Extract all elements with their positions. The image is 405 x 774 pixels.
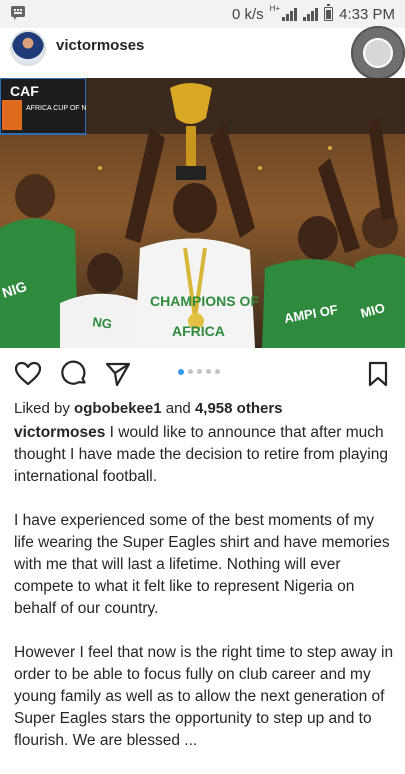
post-username[interactable]: victormoses (56, 37, 144, 54)
comment-icon[interactable] (60, 360, 88, 388)
svg-text:AFRICA: AFRICA (172, 323, 225, 339)
carousel-dot-active (178, 368, 184, 375)
signal-icon (282, 7, 298, 21)
clock: 4:33 PM (339, 5, 395, 23)
carousel-dot (215, 369, 220, 374)
network-speed: 0 k/s (231, 5, 264, 23)
caption-username[interactable]: victormoses (14, 424, 105, 441)
battery-icon (324, 4, 334, 21)
post-caption: victormoses I would like to announce tha… (14, 422, 394, 774)
caf-logo-text: CAF (10, 83, 39, 99)
likes-line: Liked by ogbobekee1 and 4,958 others (14, 400, 283, 417)
caption-paragraph-2: I have experienced some of the best mome… (14, 512, 390, 617)
caption-paragraph-3: However I feel that now is the right tim… (14, 644, 394, 749)
network-type: H+ (269, 3, 281, 13)
carousel-indicator (178, 368, 220, 375)
carousel-dot (206, 369, 211, 374)
shirt-text: CHAMPIONS OF (150, 293, 259, 309)
status-bar: 0 k/s H+ 4:33 PM (0, 0, 405, 28)
assistive-button-inner (363, 38, 393, 68)
likes-count[interactable]: 4,958 others (195, 400, 283, 417)
liked-by-user[interactable]: ogbobekee1 (74, 400, 162, 417)
notification-icon (10, 5, 26, 26)
bookmark-icon[interactable] (364, 360, 392, 388)
share-icon[interactable] (104, 360, 132, 388)
carousel-dot (197, 369, 202, 374)
avatar[interactable] (10, 30, 46, 66)
heart-icon[interactable] (14, 360, 42, 388)
signal-icon-2 (303, 7, 319, 21)
likes-prefix: Liked by (14, 400, 75, 417)
post-action-bar (0, 356, 405, 392)
post-photo-illustration: CAF AFRICA CUP OF NATIONS NIG NG CHAMPIO… (0, 78, 405, 348)
floating-assistive-button[interactable] (351, 26, 405, 80)
likes-middle: and (161, 400, 195, 417)
svg-text:NG: NG (92, 314, 113, 332)
post-header: victormoses (0, 26, 405, 80)
carousel-dot (188, 369, 193, 374)
post-photo[interactable]: CAF AFRICA CUP OF NATIONS NIG NG CHAMPIO… (0, 78, 405, 348)
